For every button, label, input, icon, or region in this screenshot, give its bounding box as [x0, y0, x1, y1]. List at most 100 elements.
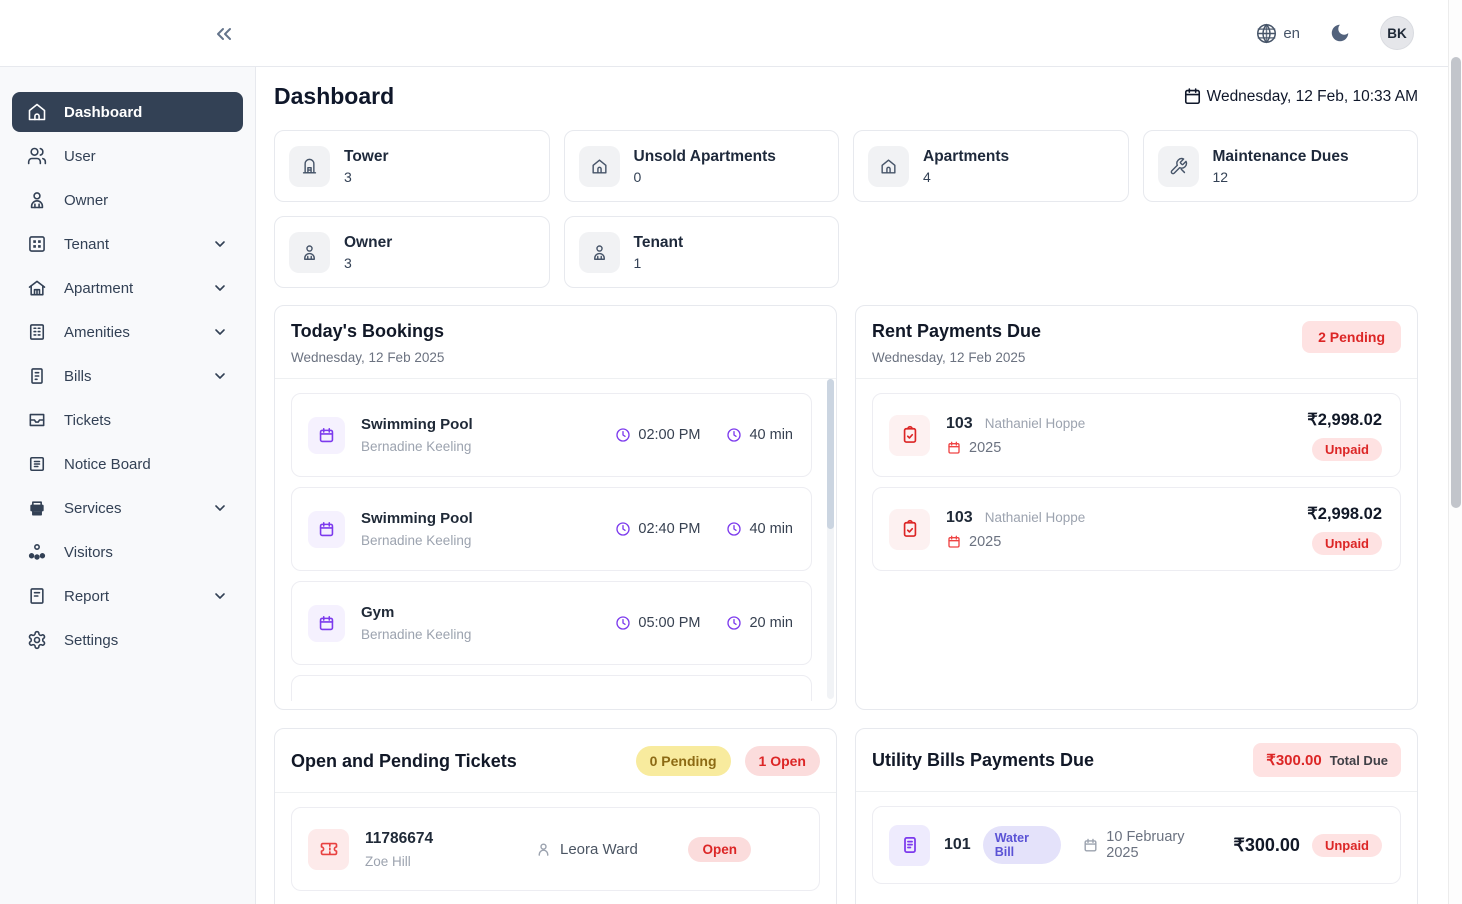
sidebar-item-owner[interactable]: Owner — [12, 180, 243, 220]
utility-due-date: 10 February 2025 — [1082, 829, 1214, 861]
panel-title: Today's Bookings — [291, 321, 444, 342]
utility-amount: ₹300.00 — [1233, 835, 1300, 856]
rent-list-item[interactable]: 103 Nathaniel Hoppe 2025 — [872, 393, 1401, 477]
calendar-icon — [946, 440, 962, 456]
booking-calendar-icon — [308, 605, 345, 642]
bookings-scrollbar-thumb[interactable] — [827, 379, 834, 529]
users-icon — [27, 146, 47, 166]
clipboard-check-icon — [889, 509, 930, 550]
stats-grid: Tower 3 Unsold Apartments 0 Apartments 4 — [274, 130, 1418, 288]
booking-amenity-name: Gym — [361, 604, 471, 621]
stat-card-apartments[interactable]: Apartments 4 — [853, 130, 1129, 202]
tickets-panel: Open and Pending Tickets 0 Pending 1 Ope… — [274, 728, 837, 904]
sidebar-item-amenities[interactable]: Amenities — [12, 312, 243, 352]
theme-toggle-button[interactable] — [1326, 19, 1354, 47]
stat-card-owner[interactable]: Owner 3 — [274, 216, 550, 288]
language-label: en — [1283, 25, 1300, 42]
stat-card-maintenance-dues[interactable]: Maintenance Dues 12 — [1143, 130, 1419, 202]
booking-amenity-name: Swimming Pool — [361, 416, 473, 433]
ticket-requester: Zoe Hill — [365, 854, 433, 869]
bookings-scrollbar[interactable] — [827, 379, 834, 699]
ticket-assignee: Leora Ward — [535, 841, 638, 858]
user-avatar[interactable]: BK — [1380, 16, 1414, 50]
page-scrollbar[interactable] — [1448, 0, 1462, 904]
sidebar-item-user[interactable]: User — [12, 136, 243, 176]
chevron-down-icon — [212, 324, 228, 340]
rent-year: 2025 — [946, 440, 1085, 456]
language-switcher[interactable]: en — [1256, 23, 1300, 44]
utility-unit-number: 101 — [944, 836, 971, 854]
sidebar-item-label: Owner — [64, 192, 108, 209]
sidebar-item-label: User — [64, 148, 96, 165]
sidebar-item-label: Apartment — [64, 280, 133, 297]
rent-payments-panel: Rent Payments Due Wednesday, 12 Feb 2025… — [855, 305, 1418, 710]
clock-icon — [615, 427, 631, 443]
chevron-down-icon — [212, 588, 228, 604]
sidebar-item-settings[interactable]: Settings — [12, 620, 243, 660]
notice-board-icon — [27, 454, 47, 474]
tenant-person-icon — [579, 232, 620, 273]
header-datetime: Wednesday, 12 Feb, 10:33 AM — [1183, 87, 1418, 106]
panel-date: Wednesday, 12 Feb 2025 — [872, 350, 1041, 365]
sidebar: Dashboard User Owner Tenant Apartment — [0, 67, 256, 904]
sidebar-item-dashboard[interactable]: Dashboard — [12, 92, 243, 132]
ticket-list-item[interactable]: 11786674 Zoe Hill Leora Ward Open — [291, 807, 820, 891]
booking-duration: 40 min — [726, 427, 793, 443]
rent-list-item[interactable]: 103 Nathaniel Hoppe 2025 — [872, 487, 1401, 571]
panel-date: Wednesday, 12 Feb 2025 — [291, 350, 444, 365]
booking-list-item[interactable]: Swimming Pool Bernadine Keeling 02:00 PM — [291, 393, 812, 477]
utility-total-amount: ₹300.00 — [1266, 751, 1321, 769]
booking-list-item-partial[interactable] — [291, 675, 812, 701]
tickets-open-badge: 1 Open — [745, 746, 820, 776]
building-icon — [27, 322, 47, 342]
sidebar-item-label: Report — [64, 588, 109, 605]
stat-label: Owner — [344, 234, 392, 252]
clock-icon — [615, 521, 631, 537]
stat-value: 1 — [634, 255, 684, 271]
clock-icon — [726, 427, 742, 443]
grid-icon — [27, 234, 47, 254]
tickets-pending-badge: 0 Pending — [636, 746, 731, 776]
home-icon — [27, 102, 47, 122]
sidebar-collapse-button[interactable] — [208, 18, 240, 50]
booking-person-name: Bernadine Keeling — [361, 439, 473, 454]
stat-label: Tower — [344, 148, 389, 166]
sidebar-item-visitors[interactable]: Visitors — [12, 532, 243, 572]
sidebar-item-tickets[interactable]: Tickets — [12, 400, 243, 440]
booking-list-item[interactable]: Gym Bernadine Keeling 05:00 PM — [291, 581, 812, 665]
stat-value: 3 — [344, 255, 392, 271]
rent-tenant-name: Nathaniel Hoppe — [985, 510, 1086, 525]
bill-file-icon — [889, 825, 930, 866]
globe-icon — [1256, 23, 1277, 44]
sidebar-item-bills[interactable]: Bills — [12, 356, 243, 396]
chevron-down-icon — [212, 368, 228, 384]
stat-card-tenant[interactable]: Tenant 1 — [564, 216, 840, 288]
stat-value: 12 — [1213, 169, 1349, 185]
sidebar-item-notice-board[interactable]: Notice Board — [12, 444, 243, 484]
sidebar-item-label: Tenant — [64, 236, 109, 253]
sidebar-item-label: Settings — [64, 632, 118, 649]
sidebar-item-services[interactable]: Services — [12, 488, 243, 528]
inbox-icon — [27, 410, 47, 430]
booking-time: 02:40 PM — [615, 521, 700, 537]
stat-card-unsold-apartments[interactable]: Unsold Apartments 0 — [564, 130, 840, 202]
utility-list-item[interactable]: 101 Water Bill 10 February 2025 ₹300.00 … — [872, 806, 1401, 884]
sidebar-item-tenant[interactable]: Tenant — [12, 224, 243, 264]
sidebar-item-label: Tickets — [64, 412, 111, 429]
chevron-down-icon — [212, 280, 228, 296]
rent-status-badge: Unpaid — [1312, 532, 1382, 555]
clock-icon — [615, 615, 631, 631]
booking-amenity-name: Swimming Pool — [361, 510, 473, 527]
utility-status-badge: Unpaid — [1312, 834, 1382, 857]
sidebar-item-report[interactable]: Report — [12, 576, 243, 616]
booking-list-item[interactable]: Swimming Pool Bernadine Keeling 02:40 PM — [291, 487, 812, 571]
bookings-list: Swimming Pool Bernadine Keeling 02:00 PM — [275, 379, 836, 701]
sidebar-item-label: Amenities — [64, 324, 130, 341]
calendar-icon — [946, 534, 962, 550]
stat-card-tower[interactable]: Tower 3 — [274, 130, 550, 202]
chevron-down-icon — [212, 500, 228, 516]
sidebar-item-apartment[interactable]: Apartment — [12, 268, 243, 308]
page-scrollbar-thumb[interactable] — [1451, 57, 1461, 508]
booking-duration: 40 min — [726, 521, 793, 537]
rent-amount: ₹2,998.02 — [1307, 410, 1382, 430]
